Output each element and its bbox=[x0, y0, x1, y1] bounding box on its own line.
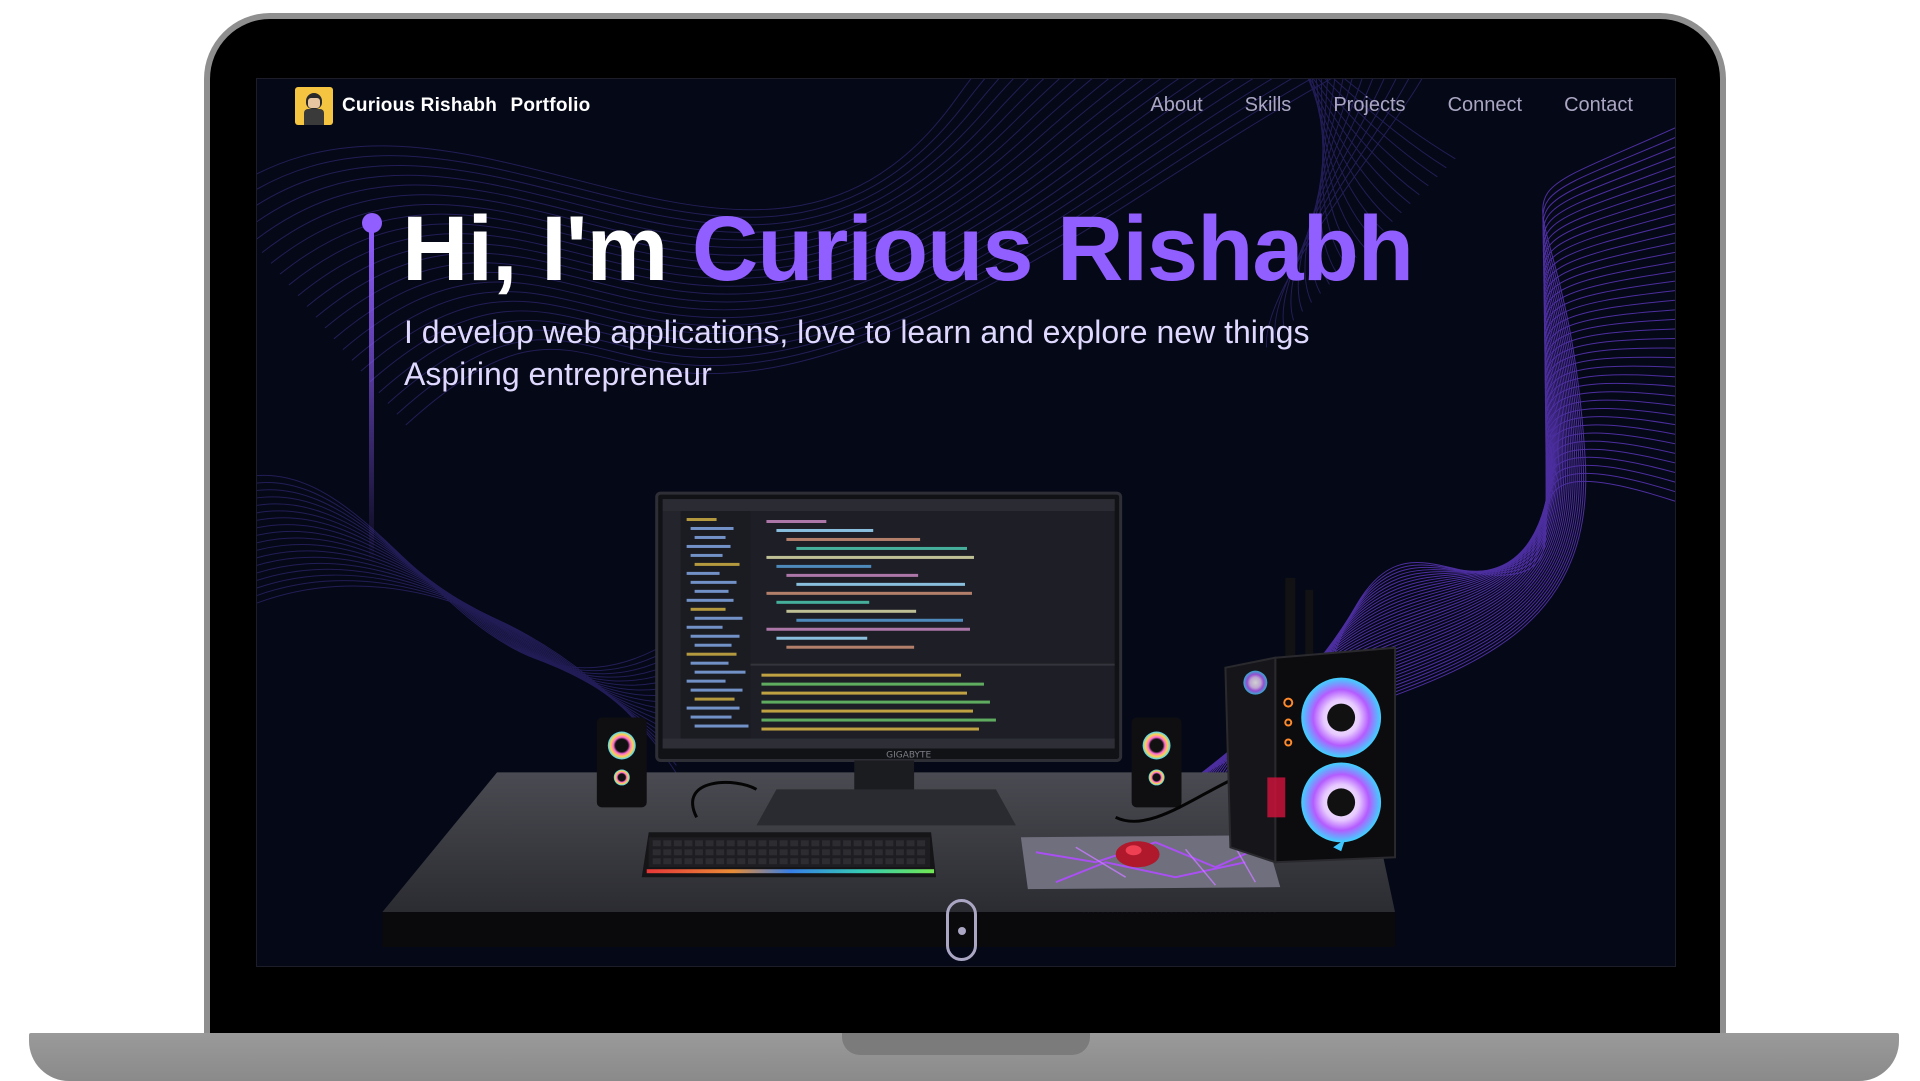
brand-name: Curious Rishabh bbox=[342, 95, 498, 116]
nav-link-projects[interactable]: Projects bbox=[1333, 94, 1405, 117]
scroll-dot bbox=[958, 927, 966, 935]
hero-line-2: Aspiring entrepreneur bbox=[404, 356, 712, 392]
nav-links: About Skills Projects Connect Contact bbox=[1150, 94, 1633, 117]
pc-tower bbox=[1224, 577, 1397, 864]
avatar-logo-icon bbox=[295, 87, 333, 125]
mouse bbox=[1115, 841, 1160, 868]
speaker-right bbox=[1131, 717, 1182, 808]
brand-logo-link[interactable]: Curious Rishabh Portfolio bbox=[295, 87, 590, 125]
brand-text: Curious Rishabh Portfolio bbox=[342, 95, 590, 117]
nav-link-connect[interactable]: Connect bbox=[1448, 94, 1523, 117]
scroll-mouse-icon[interactable] bbox=[946, 899, 977, 961]
nav-link-skills[interactable]: Skills bbox=[1245, 94, 1292, 117]
speaker-left bbox=[596, 717, 647, 808]
navbar: Curious Rishabh Portfolio About Skills P… bbox=[257, 79, 1675, 135]
hero-name: Curious Rishabh bbox=[691, 198, 1414, 300]
nav-link-about[interactable]: About bbox=[1150, 94, 1202, 117]
monitor-brand: GIGABYTE bbox=[886, 750, 931, 760]
hero-greeting: Hi, I'm bbox=[402, 198, 692, 300]
keyboard bbox=[641, 832, 937, 878]
hero-subtitle: I develop web applications, love to lear… bbox=[404, 311, 1309, 395]
hero-title: Hi, I'm Curious Rishabh bbox=[402, 197, 1414, 302]
website-screen: GIGABYTE Curious Rishabh Portfolio About… bbox=[256, 78, 1676, 967]
hero-accent-line bbox=[369, 229, 374, 564]
hero-line-1: I develop web applications, love to lear… bbox=[404, 314, 1310, 350]
nav-link-contact[interactable]: Contact bbox=[1564, 94, 1633, 117]
laptop-notch bbox=[842, 1033, 1090, 1055]
brand-suffix: Portfolio bbox=[510, 95, 591, 116]
